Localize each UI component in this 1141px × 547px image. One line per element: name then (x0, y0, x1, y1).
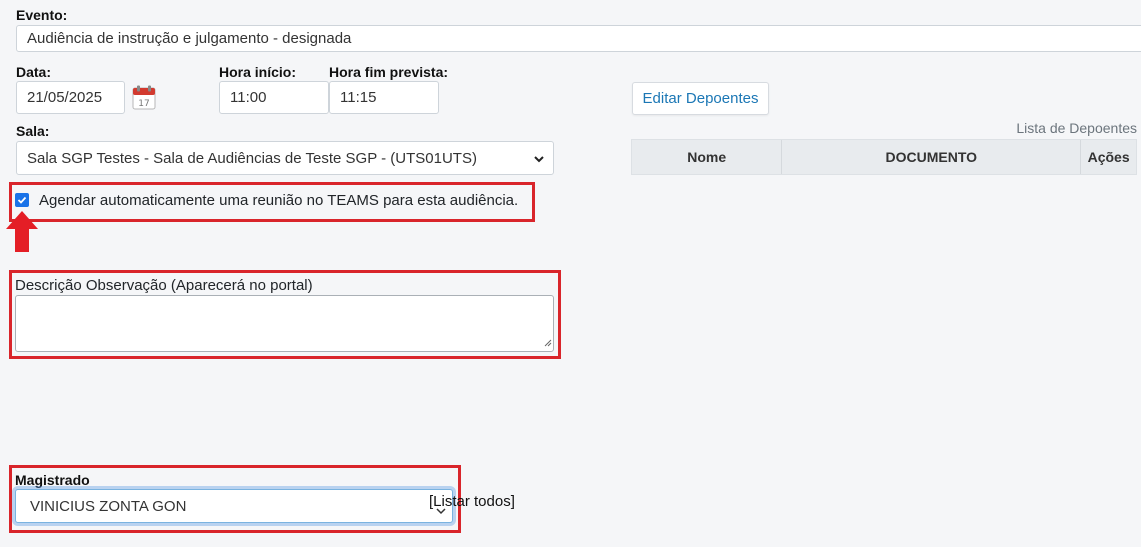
data-value: 21/05/2025 (27, 89, 103, 106)
descricao-label: Descrição Observação (Aparecerá no porta… (15, 277, 313, 294)
sala-selected-value: Sala SGP Testes - Sala de Audiências de … (27, 149, 477, 167)
descricao-textarea[interactable] (15, 295, 554, 352)
data-input[interactable]: 21/05/2025 (16, 81, 125, 114)
data-label: Data: (16, 64, 52, 80)
magistrado-input[interactable]: VINICIUS ZONTA GON (15, 489, 453, 523)
hora-fim-value: 11:15 (340, 89, 377, 106)
hora-inicio-input[interactable]: 11:00 (219, 81, 329, 114)
arrow-up-icon (4, 209, 40, 253)
svg-text:17: 17 (138, 99, 149, 109)
editar-depoentes-button[interactable]: Editar Depoentes (632, 82, 769, 115)
col-acoes: Ações (1087, 149, 1130, 165)
lista-depoentes-caption: Lista de Depoentes (1016, 120, 1137, 136)
col-nome: Nome (632, 140, 783, 174)
evento-field[interactable]: Audiência de instrução e julgamento - de… (16, 25, 1141, 52)
sala-label: Sala: (16, 123, 50, 139)
calendar-icon[interactable]: 17 (132, 85, 156, 110)
chevron-down-icon (533, 152, 545, 169)
magistrado-label: Magistrado (15, 472, 90, 488)
teams-checkbox-label[interactable]: Agendar automaticamente uma reunião no T… (39, 192, 518, 209)
listar-todos-link[interactable]: [Listar todos] (429, 493, 515, 510)
evento-label: Evento: (16, 7, 68, 23)
hora-fim-input[interactable]: 11:15 (329, 81, 439, 114)
hora-inicio-label: Hora início: (219, 64, 297, 80)
hora-inicio-value: 11:00 (230, 89, 267, 106)
col-documento: DOCUMENTO (782, 140, 1082, 174)
resize-handle-icon[interactable] (543, 334, 552, 350)
magistrado-value: VINICIUS ZONTA GON (30, 497, 187, 515)
depoentes-table-header: Nome DOCUMENTO Ações (631, 139, 1137, 175)
teams-checkbox[interactable] (15, 193, 29, 207)
hora-fim-label: Hora fim prevista: (329, 64, 449, 80)
evento-value: Audiência de instrução e julgamento - de… (27, 30, 352, 47)
sala-select[interactable]: Sala SGP Testes - Sala de Audiências de … (16, 141, 554, 175)
